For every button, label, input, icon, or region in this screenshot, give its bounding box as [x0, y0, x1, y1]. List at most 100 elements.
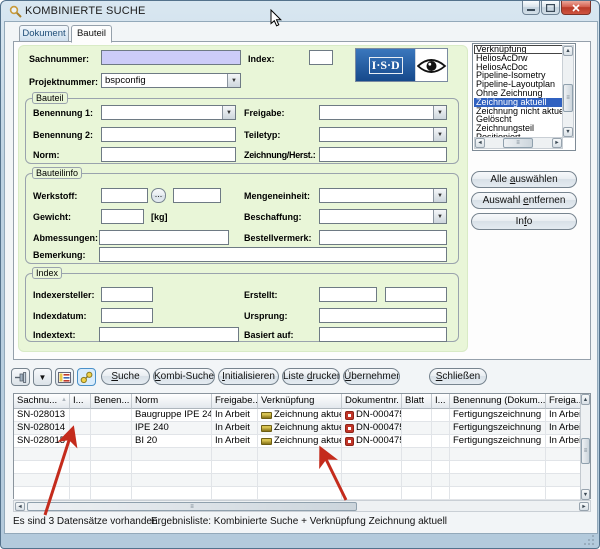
table-row[interactable]: SN-028013 Baugruppe IPE 240 In Arbeit Ze… [14, 409, 590, 422]
drawing-link-icon [261, 438, 272, 445]
cell-benennung-dokument: Fertigungszeichnung [450, 422, 546, 435]
close-button[interactable] [561, 1, 591, 15]
bemerkung-input[interactable] [99, 247, 447, 262]
listbox-vertical-scrollbar[interactable]: ▲ ≡ ▼ [562, 45, 574, 138]
listbox-horizontal-scrollbar[interactable]: ◄ ≡ ► [474, 137, 563, 149]
cell [432, 409, 450, 422]
column-header-sachnummer[interactable]: Sachnu...▲ [14, 394, 70, 409]
cell [402, 435, 432, 448]
cell [91, 409, 132, 422]
table-row-empty[interactable] [14, 461, 590, 474]
beschaffung-combobox[interactable]: ▼ [319, 209, 447, 224]
werkstoff-browse-button[interactable]: ... [151, 188, 166, 203]
scroll-right-icon[interactable]: ► [579, 502, 589, 511]
maximize-button[interactable] [541, 1, 560, 15]
column-header-benennung-dokument[interactable]: Benennung (Dokum... [450, 394, 546, 409]
chevron-down-icon[interactable]: ▼ [433, 128, 446, 141]
remove-selection-button[interactable]: Auswahl entfernen [471, 192, 577, 209]
chevron-down-icon[interactable]: ▼ [227, 74, 240, 87]
more-options-button[interactable]: ▼ [33, 368, 52, 386]
cell [402, 409, 432, 422]
initialize-button[interactable]: Initialisieren [218, 368, 279, 385]
apply-button[interactable]: Übernehmen [343, 368, 400, 385]
scrollbar-thumb[interactable]: ≡ [27, 502, 357, 511]
erstellt-input-1[interactable] [319, 287, 377, 302]
indextext-input[interactable] [99, 327, 239, 342]
combined-search-dialog: KOMBINIERTE SUCHE Dokument Bauteil Sachn… [0, 0, 600, 549]
table-horizontal-scrollbar[interactable]: ◄ ≡ ► [13, 500, 591, 512]
werkstoff-input[interactable] [101, 188, 148, 203]
minimize-button[interactable] [522, 1, 540, 15]
column-header-freigabe-dokument[interactable]: Freiga... [546, 394, 580, 409]
pin-dialog-button[interactable] [11, 368, 30, 386]
chevron-down-icon[interactable]: ▼ [222, 106, 235, 119]
info-button[interactable]: Info [471, 213, 577, 230]
link-filter-listbox[interactable]: Verknüpfung HeliosAcDrw HeliosAcDoc Pipe… [472, 43, 576, 151]
scrollbar-thumb[interactable]: ≡ [581, 438, 590, 464]
column-header-blatt[interactable]: Blatt [402, 394, 432, 409]
zeichnung-herst-input[interactable] [319, 147, 447, 162]
column-header-dokumentnr[interactable]: Dokumentnr. [342, 394, 402, 409]
sachnummer-input[interactable] [101, 50, 241, 65]
teiletyp-combobox[interactable]: ▼ [319, 127, 447, 142]
benennung2-label: Benennung 2: [33, 130, 93, 140]
norm-input[interactable] [101, 147, 236, 162]
cell [70, 435, 91, 448]
column-header[interactable]: I... [432, 394, 450, 409]
column-header-freigabe[interactable]: Freigabe... [212, 394, 258, 409]
scroll-down-icon[interactable]: ▼ [563, 127, 573, 137]
scroll-up-icon[interactable]: ▲ [581, 394, 590, 405]
mengeneinheit-combobox[interactable]: ▼ [319, 188, 447, 203]
scrollbar-thumb[interactable]: ≡ [503, 138, 533, 148]
column-header[interactable]: I... [70, 394, 91, 409]
table-row[interactable]: SN-028015 BI 20 In Arbeit Zeichnung aktu… [14, 435, 590, 448]
result-list-button[interactable] [55, 368, 74, 386]
freigabe-combobox[interactable]: ▼ [319, 105, 447, 120]
table-row-empty[interactable] [14, 448, 590, 461]
title-bar[interactable]: KOMBINIERTE SUCHE [1, 1, 599, 21]
bestellvermerk-input[interactable] [319, 230, 447, 245]
cell-norm: BI 20 [132, 435, 212, 448]
erstellt-input-2[interactable] [385, 287, 447, 302]
scroll-down-icon[interactable]: ▼ [581, 489, 590, 500]
print-list-button[interactable]: Liste drucken [282, 368, 340, 385]
select-all-button[interactable]: Alle auswählen [471, 171, 577, 188]
column-header-norm[interactable]: Norm [132, 394, 212, 409]
cell-sachnummer: SN-028015 [14, 435, 70, 448]
gewicht-input[interactable] [101, 209, 144, 224]
basiert-auf-input[interactable] [319, 327, 447, 342]
close-dialog-button[interactable]: Schließen [429, 368, 487, 385]
resize-grip[interactable] [584, 534, 595, 545]
werkstoff-input-2[interactable] [173, 188, 221, 203]
scroll-left-icon[interactable]: ◄ [15, 502, 25, 511]
tab-bauteil[interactable]: Bauteil [71, 25, 112, 43]
cell-benennung-dokument: Fertigungszeichnung [450, 409, 546, 422]
index-input[interactable] [309, 50, 333, 65]
cell-verknuepfung: Zeichnung aktuell [258, 409, 342, 422]
chevron-down-icon[interactable]: ▼ [433, 189, 446, 202]
search-button[interactable]: Suche [101, 368, 150, 385]
indexersteller-input[interactable] [101, 287, 153, 302]
chevron-down-icon[interactable]: ▼ [433, 210, 446, 223]
benennung2-input[interactable] [101, 127, 236, 142]
scroll-up-icon[interactable]: ▲ [563, 46, 573, 56]
table-row-empty[interactable] [14, 474, 590, 487]
combi-search-button[interactable]: Kombi-Suche [153, 368, 215, 385]
benennung1-combobox[interactable]: ▼ [101, 105, 236, 120]
table-row-empty[interactable] [14, 487, 590, 500]
ursprung-input[interactable] [319, 308, 447, 323]
drawing-link-icon [261, 412, 272, 419]
table-vertical-scrollbar[interactable]: ▲ ≡ ▼ [580, 394, 590, 500]
indexdatum-input[interactable] [101, 308, 153, 323]
projektnummer-combobox[interactable]: bspconfig ▼ [101, 73, 241, 88]
scroll-left-icon[interactable]: ◄ [475, 138, 485, 148]
link-filter-button[interactable] [77, 368, 96, 386]
tab-dokument[interactable]: Dokument [19, 25, 69, 42]
column-header[interactable]: Benen... [91, 394, 132, 409]
scroll-right-icon[interactable]: ► [552, 138, 562, 148]
scrollbar-thumb[interactable]: ≡ [563, 84, 573, 112]
chevron-down-icon[interactable]: ▼ [433, 106, 446, 119]
table-row[interactable]: SN-028014 IPE 240 In Arbeit Zeichnung ak… [14, 422, 590, 435]
abmessungen-input[interactable] [99, 230, 229, 245]
column-header-verknuepfung[interactable]: Verknüpfung [258, 394, 342, 409]
